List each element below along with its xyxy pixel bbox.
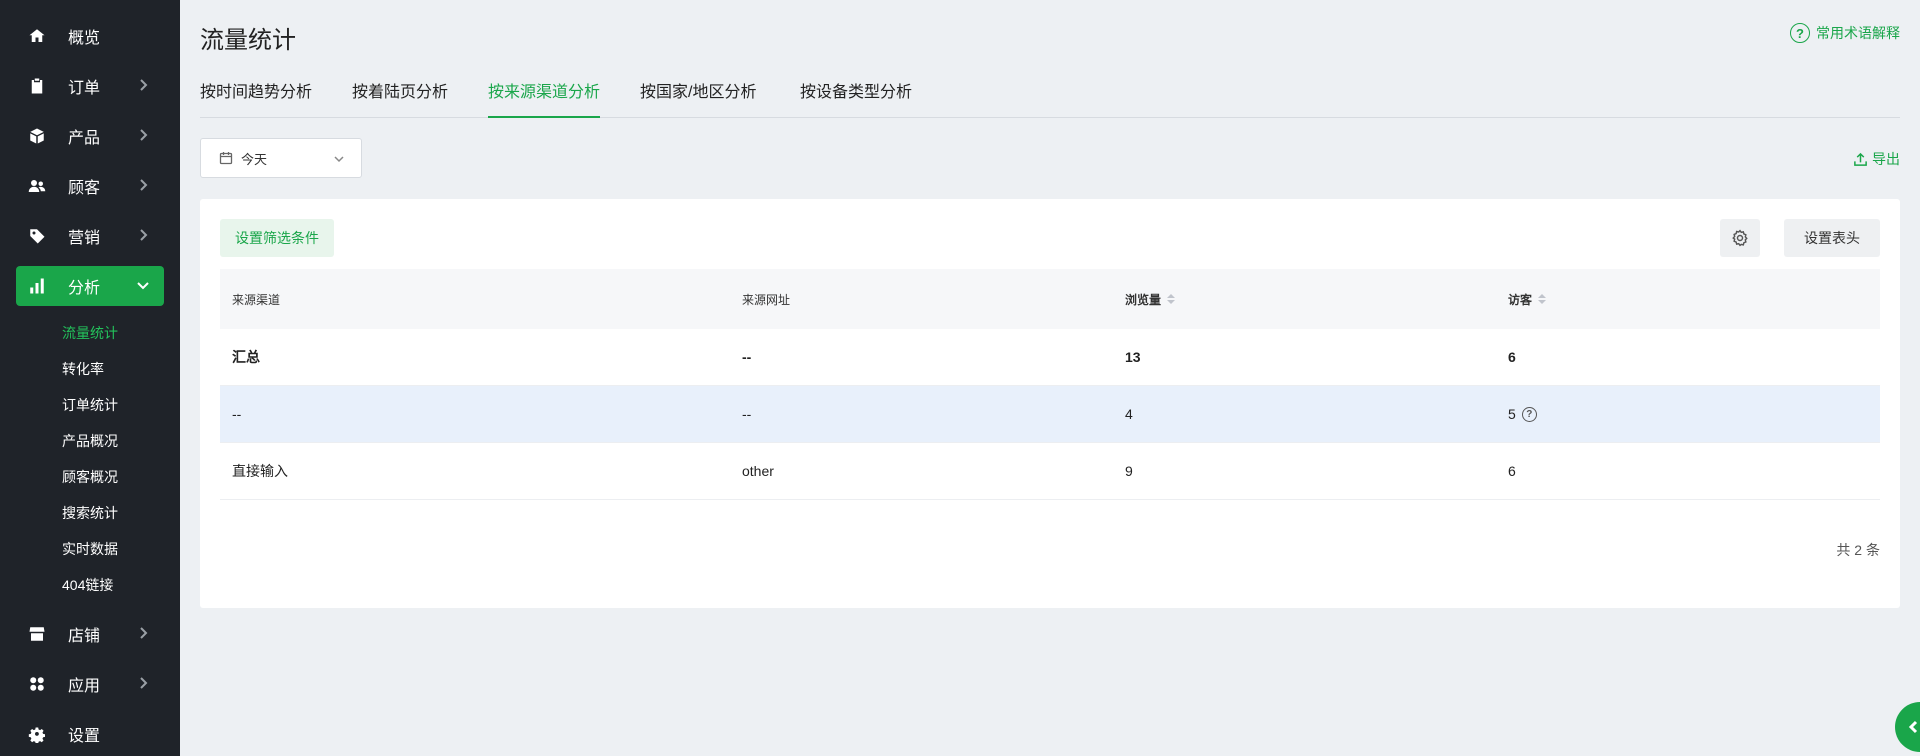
tag-icon [26, 225, 48, 247]
chevron-right-icon [136, 178, 150, 192]
column-header-label: 访客 [1508, 292, 1533, 307]
column-header-visitors[interactable]: 访客 [1508, 269, 1547, 329]
table-cell: 5 ? [1508, 386, 1537, 442]
sub-item-realtime[interactable]: 实时数据 [62, 537, 118, 561]
nav-item-label: 顾客 [68, 180, 101, 197]
table-cell: 13 [1125, 349, 1141, 365]
question-icon: ? [1790, 23, 1810, 43]
nav-item-settings[interactable]: 设置 [16, 714, 164, 754]
table-cell: 6 [1508, 463, 1516, 479]
table-cell: 4 [1125, 406, 1133, 422]
sub-item-conversion[interactable]: 转化率 [62, 357, 104, 381]
nav-item-apps[interactable]: 应用 [16, 664, 164, 704]
tab-source-channel[interactable]: 按来源渠道分析 [488, 80, 601, 118]
nav-item-orders[interactable]: 订单 [16, 66, 164, 106]
glossary-label: 常用术语解释 [1816, 25, 1900, 41]
data-card: 设置筛选条件 设置表头 来源渠道 来源网址 浏览量 访客 汇总 -- 13 6 … [200, 199, 1900, 608]
nav-item-store[interactable]: 店铺 [16, 614, 164, 654]
sub-item-product-overview[interactable]: 产品概况 [62, 429, 118, 453]
column-header-source-channel: 来源渠道 [232, 292, 281, 307]
nav-item-label: 产品 [68, 130, 101, 147]
sub-item-search-stats[interactable]: 搜索统计 [62, 501, 118, 525]
question-icon[interactable]: ? [1521, 406, 1537, 422]
chevron-right-icon [136, 626, 150, 640]
tab-time-trend[interactable]: 按时间趋势分析 [200, 80, 312, 118]
nav-item-label: 营销 [68, 230, 101, 247]
sidebar: 概览 订单 产品 顾客 营销 分析 流量统计 转化率 订单统计 产品概况 顾客概… [0, 0, 180, 756]
table-summary-row: 汇总 -- 13 6 [220, 329, 1880, 386]
nav-item-label: 应用 [68, 678, 101, 695]
nav-item-products[interactable]: 产品 [16, 116, 164, 156]
export-label: 导出 [1872, 151, 1900, 167]
nav-item-overview[interactable]: 概览 [16, 16, 164, 56]
chevron-left-icon [1908, 720, 1918, 734]
table-cell: 直接输入 [232, 463, 288, 479]
sub-item-order-stats[interactable]: 订单统计 [62, 393, 118, 417]
export-button[interactable]: 导出 [1853, 149, 1900, 169]
nav-item-label: 订单 [68, 80, 101, 97]
table-cell: 9 [1125, 463, 1133, 479]
sort-icon[interactable] [1538, 294, 1547, 304]
chevron-right-icon [136, 78, 150, 92]
clipboard-icon [26, 75, 48, 97]
date-range-select[interactable]: 今天 [200, 138, 362, 178]
nav-item-label: 分析 [68, 280, 101, 297]
chevron-right-icon [136, 128, 150, 142]
sub-item-customer-overview[interactable]: 顾客概况 [62, 465, 118, 489]
bar-chart-icon [26, 275, 48, 297]
table-cell: -- [232, 406, 242, 422]
sort-icon[interactable] [1167, 294, 1176, 304]
apps-icon [26, 673, 48, 695]
gear-icon [1732, 229, 1748, 247]
tab-landing-page[interactable]: 按着陆页分析 [352, 80, 448, 118]
nav-item-label: 店铺 [68, 628, 101, 645]
nav-item-label: 概览 [68, 30, 101, 47]
table-cell: 6 [1508, 349, 1516, 365]
glossary-link[interactable]: ? 常用术语解释 [1790, 23, 1900, 43]
chevron-down-icon [136, 278, 150, 292]
column-header-label: 浏览量 [1125, 292, 1162, 307]
table-settings-button[interactable] [1720, 219, 1760, 257]
pagination-total: 共 2 条 [1836, 542, 1880, 558]
table-cell: -- [742, 349, 752, 365]
gear-icon [26, 723, 48, 745]
main-content: 流量统计 ? 常用术语解释 按时间趋势分析 按着陆页分析 按来源渠道分析 按国家… [180, 0, 1920, 756]
date-range-value: 今天 [241, 151, 268, 167]
calendar-icon [219, 151, 233, 165]
upload-icon [1854, 152, 1867, 166]
analysis-tabs: 按时间趋势分析 按着陆页分析 按来源渠道分析 按国家/地区分析 按设备类型分析 [200, 80, 1900, 118]
sub-item-404-links[interactable]: 404链接 [62, 573, 113, 597]
page-title: 流量统计 [200, 27, 296, 54]
table-header-row: 来源渠道 来源网址 浏览量 访客 [220, 269, 1880, 329]
box-icon [26, 125, 48, 147]
table-cell: other [742, 463, 774, 479]
chevron-right-icon [136, 228, 150, 242]
column-header-pageviews[interactable]: 浏览量 [1125, 269, 1176, 329]
set-table-header-button[interactable]: 设置表头 [1784, 219, 1880, 257]
home-icon [26, 25, 48, 47]
column-header-source-url: 来源网址 [742, 292, 791, 307]
table-row: 直接输入 other 9 6 [220, 443, 1880, 500]
table-cell: 汇总 [232, 349, 260, 365]
tab-country-region[interactable]: 按国家/地区分析 [640, 80, 756, 118]
chevron-down-icon [333, 153, 345, 168]
tab-device-type[interactable]: 按设备类型分析 [800, 80, 912, 118]
nav-item-analytics[interactable]: 分析 [16, 266, 164, 306]
sub-item-traffic-stats[interactable]: 流量统计 [62, 321, 118, 345]
traffic-source-table: 来源渠道 来源网址 浏览量 访客 汇总 -- 13 6 -- -- 4 5 ? … [220, 269, 1880, 500]
set-filter-button[interactable]: 设置筛选条件 [220, 219, 334, 257]
nav-item-marketing[interactable]: 营销 [16, 216, 164, 256]
nav-item-customers[interactable]: 顾客 [16, 166, 164, 206]
table-row: -- -- 4 5 ? [220, 386, 1880, 443]
table-cell: -- [742, 406, 752, 422]
cell-value: 5 [1508, 406, 1516, 422]
store-icon [26, 623, 48, 645]
users-icon [26, 175, 48, 197]
chevron-right-icon [136, 676, 150, 690]
nav-item-label: 设置 [68, 728, 101, 745]
